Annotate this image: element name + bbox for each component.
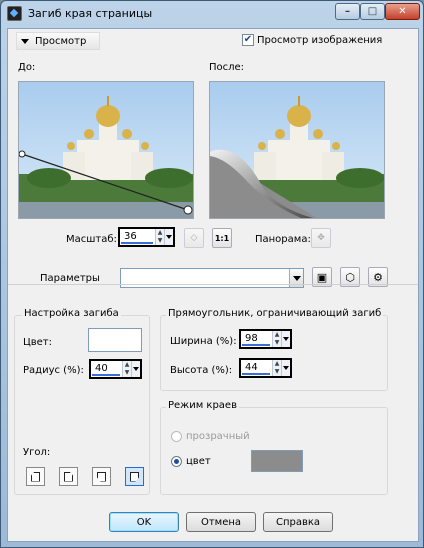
title-bar[interactable]: Загиб края страницы – □ ✕ [1,1,423,27]
pan-icon: ✥ [317,233,325,243]
width-dropdown[interactable] [281,331,290,347]
params-label: Параметры [40,273,100,284]
height-label: Высота (%): [170,365,233,376]
bounding-rect-group [160,315,388,391]
zoom-value[interactable]: 36 [121,229,153,244]
width-spin-arrows[interactable]: ▲ ▼ [272,331,281,347]
help-button[interactable]: Справка [263,512,333,532]
height-value[interactable]: 44 [242,360,270,375]
curl-color-swatch[interactable] [88,328,142,352]
curl-color-label: Цвет: [23,337,53,348]
corner-bottom-right-icon [130,471,139,482]
maximize-button[interactable]: □ [360,3,385,20]
preset-combobox[interactable] [120,268,304,288]
preset-settings-icon: ⚙ [373,270,383,284]
zoom-spinner[interactable]: 36 ▲ ▼ [118,227,175,247]
angle-label: Угол: [23,447,51,458]
cube-icon: ⬡ [345,270,355,284]
after-label: После: [209,62,245,73]
corner-bottom-left-icon [97,471,106,482]
edge-transparent-option[interactable]: прозрачный [171,431,250,442]
corner-bottom-right-button[interactable] [125,467,144,486]
dialog-body: Просмотр ✔ Просмотр изображения До: Посл… [7,28,419,542]
radius-spin-arrows[interactable]: ▲ ▼ [122,361,131,377]
chevron-down-icon [292,275,301,281]
fit-zoom-button[interactable]: ◇ [184,228,204,248]
edge-color-label: цвет [186,456,211,467]
width-spinner[interactable]: 98 ▲ ▼ [239,329,292,349]
width-label: Ширина (%): [170,336,237,347]
chevron-down-icon [283,337,289,341]
preview-toggle[interactable]: Просмотр [16,32,100,50]
before-label: До: [18,62,36,73]
before-preview-image[interactable] [18,81,194,219]
bounding-rect-title: Прямоугольник, ограничивающий загиб [166,308,384,319]
height-spinner[interactable]: 44 ▲ ▼ [239,358,292,378]
zoom-label: Масштаб: [66,234,117,245]
zoom-dropdown[interactable] [164,229,173,245]
radius-spinner[interactable]: 40 ▲ ▼ [89,359,142,379]
edge-color-option[interactable]: цвет [171,456,211,467]
curl-settings-title: Настройка загиба [22,308,121,319]
actual-size-button[interactable]: 1:1 [212,228,232,248]
height-spin-arrows[interactable]: ▲ ▼ [272,360,281,376]
zoom-spin-arrows[interactable]: ▲ ▼ [155,229,164,245]
edge-color-swatch[interactable] [251,450,303,472]
corner-bottom-left-button[interactable] [92,467,111,486]
after-preview-image[interactable] [209,81,385,219]
chevron-down-icon [133,367,139,371]
corner-top-left-icon [31,471,40,482]
chevron-down-icon [21,38,29,44]
floppy-disk-icon: ▣ [316,270,328,284]
divider [8,284,418,285]
edge-transparent-radio[interactable] [171,431,182,442]
show-image-option[interactable]: ✔ Просмотр изображения [242,34,382,46]
radius-value[interactable]: 40 [92,361,120,376]
show-image-label: Просмотр изображения [257,34,383,46]
width-value[interactable]: 98 [242,331,270,346]
chevron-down-icon [283,366,289,370]
radius-dropdown[interactable] [131,361,140,377]
pan-label: Панорама: [255,234,311,245]
chevron-down-icon [166,235,172,239]
pan-button[interactable]: ✥ [311,228,331,248]
corner-top-left-button[interactable] [26,467,45,486]
window-title: Загиб края страницы [28,7,153,20]
edge-color-radio[interactable] [171,456,182,467]
height-dropdown[interactable] [281,360,290,376]
corner-top-right-button[interactable] [59,467,78,486]
cancel-button[interactable]: Отмена [186,512,256,532]
actual-size-icon: 1:1 [214,233,230,243]
app-icon [7,6,22,21]
edge-mode-title: Режим краев [166,400,239,411]
radius-label: Радиус (%): [23,365,84,376]
preview-toggle-label: Просмотр [35,35,87,47]
show-image-checkbox[interactable]: ✔ [242,34,254,46]
minimize-button[interactable]: – [335,3,360,20]
close-button[interactable]: ✕ [385,3,420,20]
fit-icon: ◇ [190,233,198,243]
edge-transparent-label: прозрачный [186,431,250,442]
dialog-window: Загиб края страницы – □ ✕ Просмотр ✔ Про… [0,0,424,548]
corner-top-right-icon [64,471,73,482]
ok-button[interactable]: OK [109,512,179,532]
